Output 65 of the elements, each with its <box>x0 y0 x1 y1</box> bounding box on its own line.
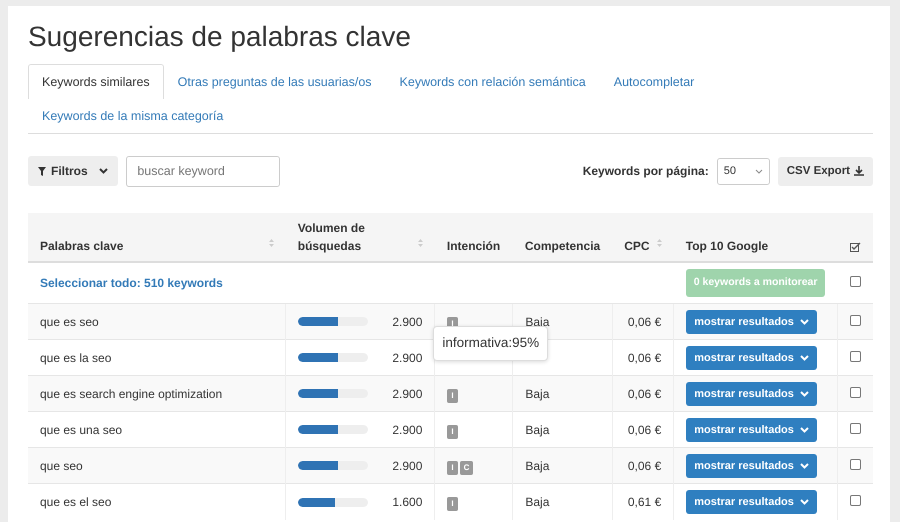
tooltip: informativa:95% <box>433 326 548 361</box>
column-header[interactable]: CPC <box>612 212 674 262</box>
volume-value: 1.600 <box>392 494 422 512</box>
intent-tag: I <box>447 388 458 403</box>
download-icon <box>854 166 864 176</box>
tab[interactable]: Keywords similares <box>28 64 164 100</box>
cpc-cell: 0,06 € <box>612 448 674 484</box>
chevron-icon <box>800 426 809 433</box>
checkbox[interactable] <box>850 495 861 506</box>
volume-value: 2.900 <box>392 314 422 331</box>
competition-cell: Baja <box>512 484 612 520</box>
filters-button[interactable]: Filtros <box>28 156 118 186</box>
keyword-cell: que es seo <box>28 304 286 340</box>
volume-value: 2.900 <box>392 350 422 367</box>
show-results-button[interactable]: mostrar resultados <box>686 346 817 370</box>
show-results-button[interactable]: mostrar resultados <box>686 418 817 442</box>
keyword-cell: que seo <box>28 448 286 484</box>
cpc-cell: 0,06 € <box>612 304 674 340</box>
checkbox[interactable] <box>850 422 861 434</box>
select-all-link[interactable]: Seleccionar todo: 510 keywords <box>40 276 223 290</box>
show-results-button[interactable]: mostrar resultados <box>686 310 817 334</box>
checkbox[interactable] <box>850 276 860 288</box>
per-page-select[interactable]: 50 <box>716 158 770 185</box>
chevron-icon <box>800 462 809 469</box>
intent-tag: I <box>447 460 458 475</box>
chevron-icon <box>99 168 108 174</box>
competition-cell: Baja <box>512 376 612 412</box>
checkbox[interactable] <box>850 314 861 326</box>
filter-icon <box>38 166 46 176</box>
cpc-cell: 0,61 € <box>612 484 674 520</box>
volume-value: 2.900 <box>392 422 422 439</box>
chevron-icon <box>754 168 763 174</box>
keyword-cell: que es search engine optimization <box>28 376 286 412</box>
tab[interactable]: Autocompletar <box>600 64 708 100</box>
chevron-icon <box>800 354 809 361</box>
show-results-button[interactable]: mostrar resultados <box>686 382 817 406</box>
competition-cell: Baja <box>512 448 612 484</box>
intent-tag: I <box>447 497 458 512</box>
column-header[interactable]: Volumen de búsquedas <box>286 212 435 262</box>
chevron-icon <box>800 390 809 397</box>
tab[interactable]: Otras preguntas de las usuarias/os <box>164 64 386 100</box>
check-all-icon <box>850 242 860 252</box>
chevron-icon <box>800 499 809 506</box>
keyword-cell: que es el seo <box>28 484 286 520</box>
page-title: Sugerencias de palabras clave <box>28 20 412 54</box>
show-results-button[interactable]: mostrar resultados <box>686 490 817 514</box>
checkbox[interactable] <box>850 386 861 398</box>
volume-value: 2.900 <box>392 386 422 403</box>
intent-tag: C <box>460 460 474 475</box>
search-field[interactable]: buscar keyword <box>126 156 280 187</box>
volume-value: 2.900 <box>392 458 422 475</box>
cpc-cell: 0,06 € <box>612 376 674 412</box>
show-results-button[interactable]: mostrar resultados <box>686 454 817 478</box>
checkbox[interactable] <box>850 350 861 362</box>
checkbox[interactable] <box>850 458 861 470</box>
csv-export-button[interactable]: CSV Export <box>778 156 873 186</box>
column-header: Intención <box>434 212 513 262</box>
intent-tag: I <box>447 424 458 439</box>
column-header[interactable]: Palabras clave <box>28 212 286 262</box>
chevron-icon <box>800 318 809 325</box>
tab[interactable]: Keywords de la misma categoría <box>28 98 238 134</box>
column-header: Competencia <box>512 212 612 262</box>
column-header: Top 10 Google <box>674 212 838 262</box>
per-page-label: Keywords por página: <box>582 163 709 180</box>
tab[interactable]: Keywords con relación semántica <box>386 64 600 100</box>
